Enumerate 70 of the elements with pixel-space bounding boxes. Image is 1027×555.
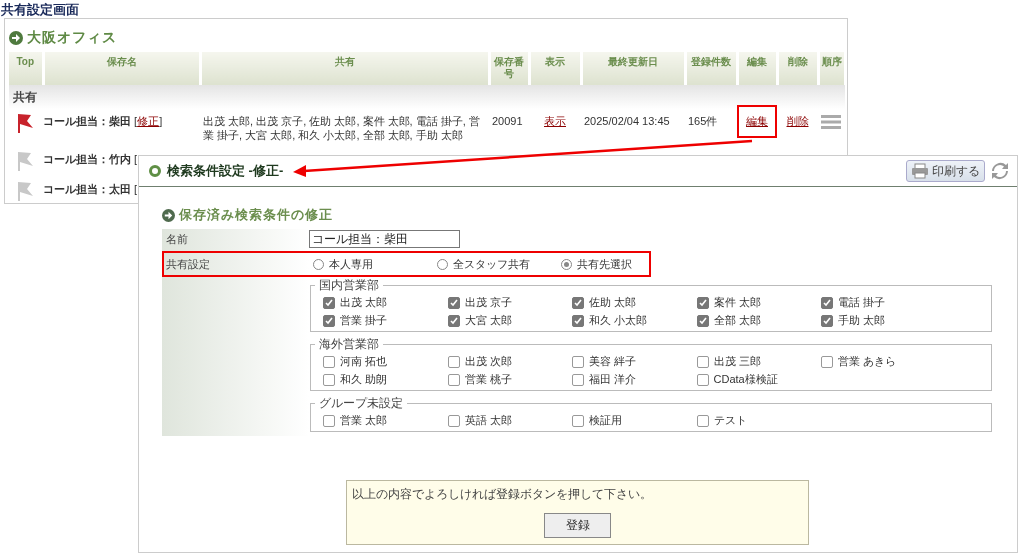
arrow-circle-icon [9, 30, 23, 45]
column-header: 順序 [818, 52, 845, 85]
section-title: 保存済み検索条件の修正 [179, 206, 333, 224]
saved-name: コール担当：太田 [43, 183, 131, 195]
count-cell: 165件 [685, 109, 737, 147]
member-checkbox[interactable]: 大宮 太郎 [447, 313, 572, 328]
arrow-circle-icon [162, 208, 175, 222]
member-checkbox[interactable]: 英語 太郎 [447, 413, 572, 428]
column-header: 保存番号 [489, 52, 529, 85]
bracket: [ [134, 153, 138, 165]
member-checkbox[interactable]: 和久 助朗 [323, 372, 448, 387]
delete-link[interactable]: 削除 [786, 115, 809, 127]
column-header: 登録件数 [685, 52, 737, 85]
submit-button[interactable]: 登録 [544, 513, 611, 538]
share-radio[interactable]: 本人専用 [313, 256, 437, 272]
name-field[interactable]: コール担当：柴田 [309, 230, 460, 248]
column-header: 削除 [777, 52, 818, 85]
column-header: 共有 [200, 52, 489, 85]
group-legend: 海外営業部 [315, 336, 383, 353]
dialog-title: 検索条件設定 -修正- [167, 162, 285, 180]
view-link[interactable]: 表示 [544, 115, 566, 127]
member-checkbox[interactable]: 手助 太郎 [821, 313, 946, 328]
updated-cell-text: 2025/02/04 13:45 [583, 114, 671, 129]
bracket: [ [134, 115, 138, 127]
member-checkbox[interactable]: 営業 太郎 [323, 413, 448, 428]
member-checkbox[interactable]: 出茂 太郎 [323, 295, 448, 310]
member-checkbox[interactable]: 佐助 太郎 [572, 295, 697, 310]
member-checkbox[interactable]: 案件 太郎 [696, 295, 821, 310]
member-checkbox[interactable]: 営業 桃子 [447, 372, 572, 387]
member-checkbox[interactable]: 美容 絆子 [572, 354, 697, 369]
printer-icon [911, 163, 929, 179]
ring-icon [149, 165, 161, 177]
share-radio[interactable]: 共有先選択 [561, 256, 685, 272]
member-checkbox[interactable]: CData様検証 [696, 372, 821, 387]
shared-with-cell-text: 出茂 太郎, 出茂 京子, 佐助 太郎, 案件 太郎, 電話 掛子, 営業 掛子, 大宮 太郎, 和久 小太郎, 全部 太郎, 手助 太郎 [202, 114, 481, 143]
member-checkbox[interactable]: 河南 拓也 [323, 354, 448, 369]
panel-title: 大阪オフィス [27, 28, 117, 47]
member-checkbox[interactable]: 出茂 京子 [447, 295, 572, 310]
edit-link[interactable]: 編集 [737, 105, 777, 138]
number-cell-text: 20091 [491, 114, 524, 129]
group-header: 共有 [9, 85, 845, 109]
column-header: 保存名 [43, 52, 200, 85]
member-checkbox[interactable]: 検証用 [572, 413, 697, 428]
member-checkbox[interactable]: 和久 小太郎 [572, 313, 697, 328]
column-header: 表示 [529, 52, 581, 85]
column-header: 編集 [737, 52, 777, 85]
member-checkbox[interactable]: 出茂 次郎 [447, 354, 572, 369]
member-checkbox[interactable]: 全部 太郎 [696, 313, 821, 328]
group-legend: グループ未設定 [315, 395, 407, 412]
saved-name: コール担当：竹内 [43, 153, 131, 165]
member-checkbox[interactable]: 福田 洋介 [572, 372, 697, 387]
group-legend: 国内営業部 [315, 277, 383, 294]
member-checkbox[interactable]: テスト [696, 413, 821, 428]
share-radio[interactable]: 全スタッフ共有 [437, 256, 561, 272]
print-button[interactable]: 印刷する [906, 160, 985, 182]
saved-name: コール担当：柴田 [43, 115, 131, 127]
field-label: 共有設定 [165, 257, 211, 272]
member-checkbox[interactable]: 出茂 三郎 [696, 354, 821, 369]
member-checkbox[interactable]: 営業 あきら [821, 354, 946, 369]
bracket: ] [159, 115, 163, 127]
column-header: Top [9, 52, 43, 85]
member-checkbox[interactable]: 電話 掛子 [821, 295, 946, 310]
field-label: 名前 [165, 232, 189, 247]
drag-handle-icon[interactable] [821, 114, 841, 130]
bracket: [ [134, 183, 138, 195]
member-checkbox[interactable]: 営業 掛子 [323, 313, 448, 328]
refresh-icon[interactable] [991, 162, 1009, 180]
page-title: 共有設定画面 [0, 1, 80, 18]
column-header: 最終更新日 [581, 52, 685, 85]
notice-text: 以上の内容でよろしければ登録ボタンを押して下さい。 [351, 486, 653, 503]
